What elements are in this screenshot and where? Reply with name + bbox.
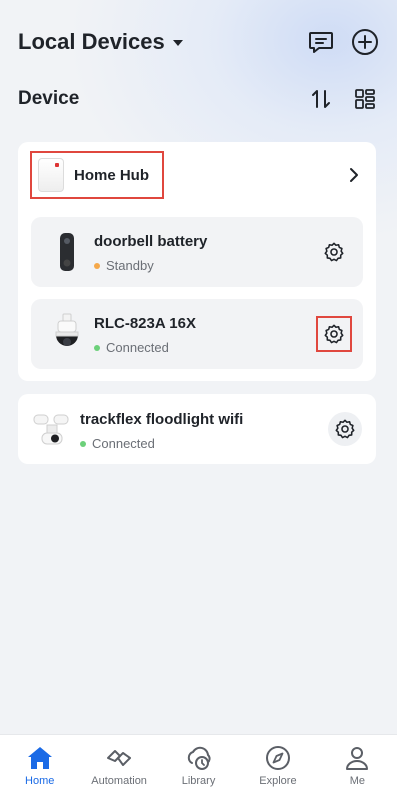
tab-me[interactable]: Me bbox=[318, 735, 397, 806]
status-text: Connected bbox=[106, 340, 169, 355]
device-settings-button[interactable] bbox=[316, 316, 352, 352]
tab-label: Explore bbox=[259, 775, 297, 787]
sort-icon bbox=[312, 90, 330, 108]
caret-down-icon bbox=[172, 40, 183, 46]
automation-icon bbox=[107, 750, 132, 766]
top-header: Local Devices bbox=[18, 26, 379, 58]
explore-icon bbox=[265, 746, 290, 770]
status-dot bbox=[94, 344, 100, 351]
grid-layout-icon bbox=[355, 89, 375, 109]
add-device-button[interactable] bbox=[351, 28, 379, 56]
device-name: trackflex floodlight wifi bbox=[80, 411, 244, 428]
tab-label: Home bbox=[25, 775, 55, 787]
device-settings-button[interactable] bbox=[328, 412, 362, 446]
device-section-header: Device bbox=[18, 84, 379, 114]
add-icon bbox=[352, 29, 378, 55]
sort-button[interactable] bbox=[307, 85, 335, 113]
device-row-doorbell[interactable]: doorbell battery Standby bbox=[31, 217, 363, 287]
bottom-tab-bar: Home Automation Library Explore Me bbox=[0, 734, 397, 806]
gear-icon bbox=[324, 242, 344, 262]
ptz-camera-image bbox=[49, 313, 85, 355]
doorbell-image bbox=[49, 231, 85, 273]
device-status: Connected bbox=[80, 436, 155, 451]
device-name: RLC-823A 16X bbox=[94, 315, 196, 332]
chevron-right-icon[interactable] bbox=[348, 167, 360, 188]
device-row-trackflex[interactable]: trackflex floodlight wifi Connected bbox=[18, 394, 376, 464]
me-icon bbox=[346, 747, 369, 770]
gear-icon bbox=[324, 324, 344, 344]
message-icon bbox=[309, 32, 333, 53]
home-hub-card: Home Hub doorbell battery Standby RLC-82… bbox=[18, 142, 376, 381]
tab-automation[interactable]: Automation bbox=[79, 735, 158, 806]
device-status: Connected bbox=[94, 340, 169, 355]
device-settings-button[interactable] bbox=[319, 237, 349, 267]
message-button[interactable] bbox=[307, 28, 335, 56]
layout-toggle-button[interactable] bbox=[351, 85, 379, 113]
tab-label: Automation bbox=[91, 775, 147, 787]
library-icon bbox=[187, 746, 211, 770]
page-title: Local Devices bbox=[18, 29, 165, 54]
tab-library[interactable]: Library bbox=[159, 735, 238, 806]
home-icon bbox=[27, 747, 52, 769]
home-hub-image bbox=[38, 158, 64, 192]
status-text: Standby bbox=[106, 258, 154, 273]
hub-name: Home Hub bbox=[74, 166, 149, 184]
home-hub-row[interactable]: Home Hub bbox=[30, 151, 164, 199]
gear-icon bbox=[335, 419, 355, 439]
tab-label: Me bbox=[349, 775, 365, 787]
section-title: Device bbox=[18, 88, 80, 109]
tab-explore[interactable]: Explore bbox=[238, 735, 317, 806]
status-dot bbox=[94, 262, 100, 269]
location-selector[interactable]: Local Devices bbox=[18, 29, 183, 55]
device-name: doorbell battery bbox=[94, 233, 208, 250]
device-status: Standby bbox=[94, 258, 154, 273]
status-dot bbox=[80, 440, 86, 447]
floodlight-camera-image bbox=[32, 408, 72, 450]
tab-home[interactable]: Home bbox=[0, 735, 79, 806]
tab-label: Library bbox=[181, 775, 216, 787]
status-text: Connected bbox=[92, 436, 155, 451]
device-row-rlc823a[interactable]: RLC-823A 16X Connected bbox=[31, 299, 363, 369]
